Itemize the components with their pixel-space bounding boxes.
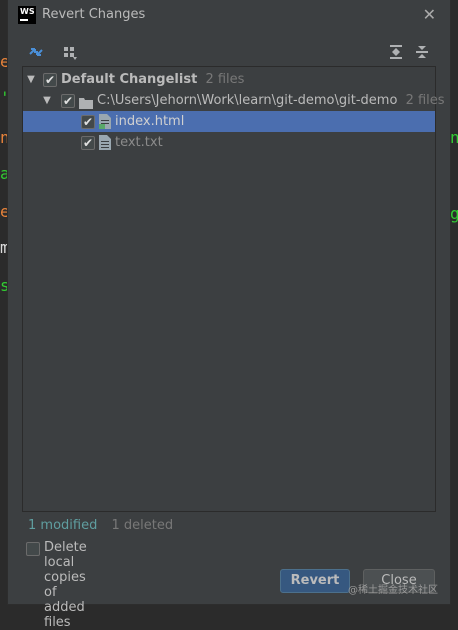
dialog-toolbar xyxy=(8,38,450,66)
tree-row-file[interactable]: ✔ index.html xyxy=(23,111,435,132)
close-icon[interactable]: ✕ xyxy=(423,5,436,24)
show-diff-icon[interactable] xyxy=(60,42,80,62)
revert-changes-dialog: WS Revert Changes ✕ ▼ ✔ Default Changeli… xyxy=(8,0,450,630)
modified-count: 1 modified xyxy=(28,518,98,533)
change-status-summary: 1 modified 1 deleted xyxy=(28,518,173,533)
changelist-text: Default Changelist 2 files xyxy=(61,69,244,90)
deleted-count: 1 deleted xyxy=(111,518,174,533)
file-label: index.html xyxy=(115,114,185,129)
bg-editor-char: g xyxy=(450,204,458,223)
app-icon-bar xyxy=(20,19,28,21)
app-icon-text: WS xyxy=(20,7,35,16)
delete-local-checkbox[interactable] xyxy=(26,542,40,556)
folder-path: C:\Users\Jehorn\Work\learn\git-demo\git-… xyxy=(97,93,398,108)
folder-text: C:\Users\Jehorn\Work\learn\git-demo\git-… xyxy=(97,90,445,111)
group-by-icon[interactable] xyxy=(26,42,46,62)
file-checkbox[interactable]: ✔ xyxy=(81,115,95,129)
bg-editor-char: n xyxy=(450,128,458,147)
expand-all-icon[interactable] xyxy=(386,42,406,62)
delete-local-label: Delete local copies of added files xyxy=(44,540,87,630)
changelist-checkbox[interactable]: ✔ xyxy=(43,73,57,87)
tree-row-changelist[interactable]: ▼ ✔ Default Changelist 2 files xyxy=(23,69,435,90)
dialog-title: Revert Changes xyxy=(42,7,146,22)
expand-arrow-icon[interactable]: ▼ xyxy=(25,69,37,90)
tree-row-file[interactable]: ✔ text.txt xyxy=(23,132,435,153)
changelist-count: 2 files xyxy=(205,72,245,87)
webstorm-app-icon: WS xyxy=(18,6,36,24)
file-checkbox[interactable]: ✔ xyxy=(81,136,95,150)
changelist-label: Default Changelist xyxy=(61,72,198,87)
collapse-all-icon[interactable] xyxy=(412,42,432,62)
dialog-titlebar: WS Revert Changes ✕ xyxy=(8,0,450,32)
file-label: text.txt xyxy=(115,135,163,150)
revert-button[interactable]: Revert xyxy=(280,569,350,593)
text-file-icon xyxy=(99,135,111,157)
folder-count: 2 files xyxy=(405,93,445,108)
changes-tree: ▼ ✔ Default Changelist 2 files ▼ ✔ C:\Us… xyxy=(22,66,445,512)
expand-arrow-icon[interactable]: ▼ xyxy=(41,90,53,111)
folder-checkbox[interactable]: ✔ xyxy=(61,94,75,108)
tree-row-folder[interactable]: ▼ ✔ C:\Users\Jehorn\Work\learn\git-demo\… xyxy=(23,90,445,111)
watermark: @稀土掘金技术社区 xyxy=(348,585,438,596)
